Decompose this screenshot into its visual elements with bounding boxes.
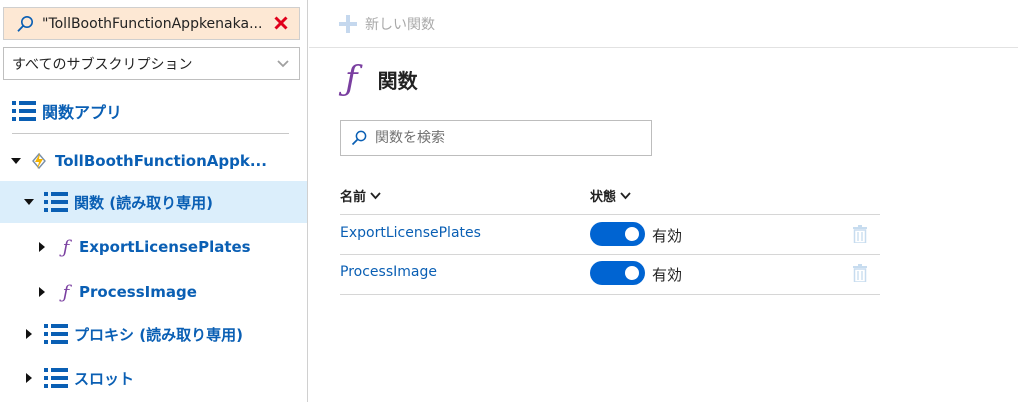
- lightning-icon: [32, 152, 46, 170]
- page-title-text: 関数: [377, 68, 418, 93]
- function-apps-header[interactable]: 関数アプリ: [12, 98, 122, 124]
- tree-item-function-app[interactable]: TollBoothFunctionAppk...: [0, 148, 307, 174]
- function-app-name: TollBoothFunctionAppk...: [55, 152, 267, 170]
- subscription-dropdown[interactable]: すべてのサブスクリプション: [3, 47, 300, 80]
- table-row: ExportLicensePlates 有効: [340, 215, 880, 255]
- list-icon: [12, 101, 36, 121]
- collapsed-triangle-icon[interactable]: [37, 287, 47, 297]
- column-header-status[interactable]: 状態: [590, 186, 631, 205]
- tree-item-slots[interactable]: スロット: [0, 364, 307, 392]
- function-icon: ƒ: [62, 281, 70, 303]
- expanded-triangle-icon[interactable]: [11, 156, 21, 166]
- status-text: 有効: [652, 227, 683, 245]
- tree-item-function[interactable]: ƒ ProcessImage: [0, 279, 307, 305]
- tree-item-functions[interactable]: 関数 (読み取り専用): [0, 181, 307, 223]
- new-function-button[interactable]: 新しい関数: [365, 14, 435, 34]
- expanded-triangle-icon[interactable]: [24, 197, 34, 207]
- list-icon: [44, 192, 68, 212]
- command-bar: 新しい関数: [309, 0, 1018, 48]
- function-name-link[interactable]: ExportLicensePlates: [340, 225, 481, 241]
- table-divider: [340, 294, 880, 295]
- trash-icon[interactable]: [852, 264, 868, 282]
- search-icon: [17, 15, 33, 32]
- functions-node-label: 関数 (読み取り専用): [74, 193, 213, 212]
- tree-item-function[interactable]: ƒ ExportLicensePlates: [0, 234, 307, 260]
- toggle-knob: [625, 266, 639, 280]
- function-name-link[interactable]: ProcessImage: [340, 264, 437, 280]
- enabled-toggle[interactable]: [590, 261, 645, 285]
- function-search-box[interactable]: [340, 120, 652, 156]
- subscription-selected: すべてのサブスクリプション: [12, 56, 193, 73]
- collapsed-triangle-icon[interactable]: [24, 373, 34, 383]
- column-status-label: 状態: [590, 190, 617, 205]
- slots-node-label: スロット: [74, 369, 135, 388]
- column-name-label: 名前: [340, 190, 367, 205]
- function-item-label: ProcessImage: [79, 283, 197, 301]
- resource-search-value: "TollBoothFunctionAppkenaka...: [42, 15, 263, 32]
- toggle-knob: [625, 227, 639, 241]
- list-icon: [44, 368, 68, 388]
- list-icon: [44, 324, 68, 344]
- page-title: ƒ 関数: [345, 62, 418, 96]
- portal-root: "TollBoothFunctionAppkenaka... すべてのサブスクリ…: [0, 0, 1018, 402]
- plus-icon: [339, 14, 357, 33]
- resource-search-box[interactable]: "TollBoothFunctionAppkenaka...: [3, 7, 300, 40]
- chevron-down-icon: [370, 191, 381, 199]
- table-row: ProcessImage 有効: [340, 254, 880, 294]
- search-icon: [351, 130, 367, 146]
- column-header-name[interactable]: 名前: [340, 186, 381, 205]
- function-icon: ƒ: [62, 236, 70, 258]
- enabled-toggle[interactable]: [590, 222, 645, 246]
- proxies-node-label: プロキシ (読み取り専用): [74, 325, 243, 344]
- chevron-down-icon: [277, 60, 289, 68]
- function-icon: ƒ: [345, 59, 358, 99]
- functions-blade: 新しい関数 ƒ 関数 名前 状態 ExportLicensePlates 有効: [309, 0, 1018, 402]
- function-apps-title: 関数アプリ: [42, 103, 123, 122]
- tree-item-proxies[interactable]: プロキシ (読み取り専用): [0, 320, 307, 348]
- trash-icon[interactable]: [852, 225, 868, 243]
- resource-tree-panel: "TollBoothFunctionAppkenaka... すべてのサブスクリ…: [0, 0, 308, 402]
- collapsed-triangle-icon[interactable]: [37, 242, 47, 252]
- function-item-label: ExportLicensePlates: [79, 238, 251, 256]
- clear-icon[interactable]: [273, 15, 289, 31]
- status-text: 有効: [652, 266, 683, 284]
- function-search-input[interactable]: [375, 130, 645, 146]
- collapsed-triangle-icon[interactable]: [24, 329, 34, 339]
- chevron-down-icon: [620, 191, 631, 199]
- divider: [12, 133, 289, 134]
